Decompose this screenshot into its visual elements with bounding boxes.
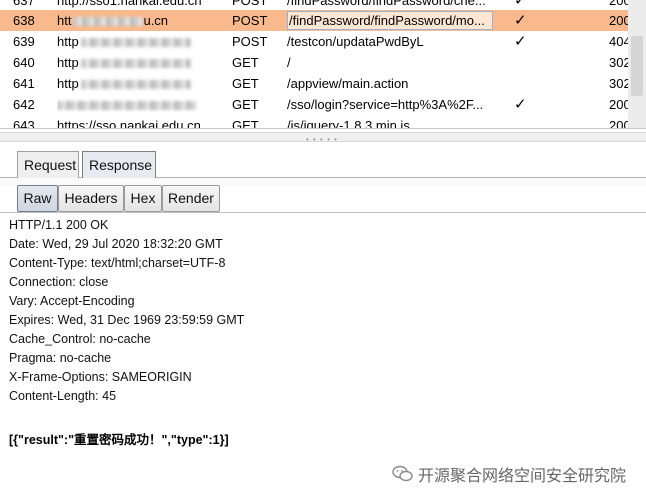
header-expires: Expires: Wed, 31 Dec 1969 23:59:59 GMT: [9, 313, 245, 327]
tab-headers[interactable]: Headers: [58, 185, 124, 212]
row-url: /js/jquery-1.8.3.min.js: [287, 118, 410, 128]
row-url: /: [287, 55, 291, 70]
row-host: [57, 94, 217, 115]
row-url: /sso/login?service=http%3A%2F...: [287, 97, 484, 112]
row-method: GET: [232, 76, 259, 91]
redacted-host-blur: [80, 38, 191, 48]
message-tabs: Request Response: [0, 148, 646, 179]
view-mode-tabs: Raw Headers Hex Render: [0, 184, 646, 213]
watermark-text: 开源聚合网络空间安全研究院: [417, 468, 626, 485]
redacted-host-blur: [80, 80, 191, 90]
row-number: 638: [13, 13, 35, 28]
row-host: http: [57, 52, 217, 73]
row-host-prefix: http: [57, 76, 79, 91]
pane-splitter[interactable]: • • • • •: [0, 132, 646, 144]
divider: [0, 128, 646, 129]
tab-request[interactable]: Request: [17, 151, 79, 178]
row-number: 642: [13, 97, 35, 112]
header-vary: Vary: Accept-Encoding: [9, 294, 135, 308]
splitter-grip-icon: • • • • •: [306, 135, 338, 144]
row-host: htt u.cn: [57, 10, 217, 31]
tab-raw[interactable]: Raw: [17, 185, 58, 212]
table-row[interactable]: 642 GET /sso/login?service=http%3A%2F...…: [0, 94, 646, 115]
row-method: POST: [232, 13, 268, 28]
row-method: GET: [232, 118, 259, 128]
redacted-host-blur: [80, 59, 191, 69]
proxy-history-table: 637 http://sso1.nankai.edu.cn POST /find…: [0, 0, 646, 128]
header-content-type: Content-Type: text/html;charset=UTF-8: [9, 256, 226, 270]
tab-hex[interactable]: Hex: [124, 185, 162, 212]
header-x-frame-options: X-Frame-Options: SAMEORIGIN: [9, 370, 192, 384]
row-host-prefix: htt: [57, 13, 72, 28]
header-pragma: Pragma: no-cache: [9, 351, 112, 365]
row-host-suffix: u.cn: [143, 13, 169, 28]
row-method: GET: [232, 97, 259, 112]
redacted-host-blur: [57, 101, 197, 111]
row-number: 643: [13, 118, 35, 128]
row-host: https://sso.nankai.edu.cn: [57, 118, 201, 128]
header-cache-control: Cache_Control: no-cache: [9, 332, 151, 346]
row-method: GET: [232, 55, 259, 70]
row-number: 641: [13, 76, 35, 91]
watermark: 开源聚合网络空间安全研究院: [392, 462, 626, 488]
header-date: Date: Wed, 29 Jul 2020 18:32:20 GMT: [9, 237, 223, 251]
row-host-prefix: http: [57, 34, 79, 49]
row-host: http: [57, 73, 217, 94]
tab-render[interactable]: Render: [162, 185, 220, 212]
header-content-length: Content-Length: 45: [9, 389, 117, 403]
header-connection: Connection: close: [9, 275, 109, 289]
row-edited-check-icon: ✓: [514, 12, 527, 29]
response-raw-text[interactable]: HTTP/1.1 200 OK Date: Wed, 29 Jul 2020 1…: [9, 216, 639, 450]
row-number: 640: [13, 55, 35, 70]
wechat-icon: [392, 465, 414, 488]
row-url: /findPassword/findPassword/mo...: [287, 11, 493, 30]
row-host: http: [57, 31, 217, 52]
row-edited-check-icon: ✓: [514, 33, 527, 50]
status-line: HTTP/1.1 200 OK: [9, 218, 109, 232]
table-row[interactable]: 639 http POST /testcon/updataPwdByL ✓ 40…: [0, 31, 646, 52]
redacted-host-blur: [73, 17, 144, 27]
row-url: /appview/main.action: [287, 76, 409, 91]
table-row[interactable]: 640 http GET / 302: [0, 52, 646, 73]
row-method: POST: [232, 34, 268, 49]
table-row-selected[interactable]: 638 htt u.cn POST /findPassword/findPassw…: [0, 10, 646, 31]
table-row[interactable]: 641 http GET /appview/main.action 302: [0, 73, 646, 94]
tab-response[interactable]: Response: [82, 151, 156, 179]
response-body-json: [{"result":"重置密码成功！","type":1}]: [9, 433, 229, 447]
scrollbar-thumb[interactable]: [631, 36, 643, 96]
row-edited-check-icon: ✓: [514, 96, 527, 113]
row-number: 639: [13, 34, 35, 49]
row-host-prefix: http: [57, 55, 79, 70]
table-row[interactable]: 643 https://sso.nankai.edu.cn GET /js/jq…: [0, 115, 646, 128]
row-url: /testcon/updataPwdByL: [287, 34, 424, 49]
